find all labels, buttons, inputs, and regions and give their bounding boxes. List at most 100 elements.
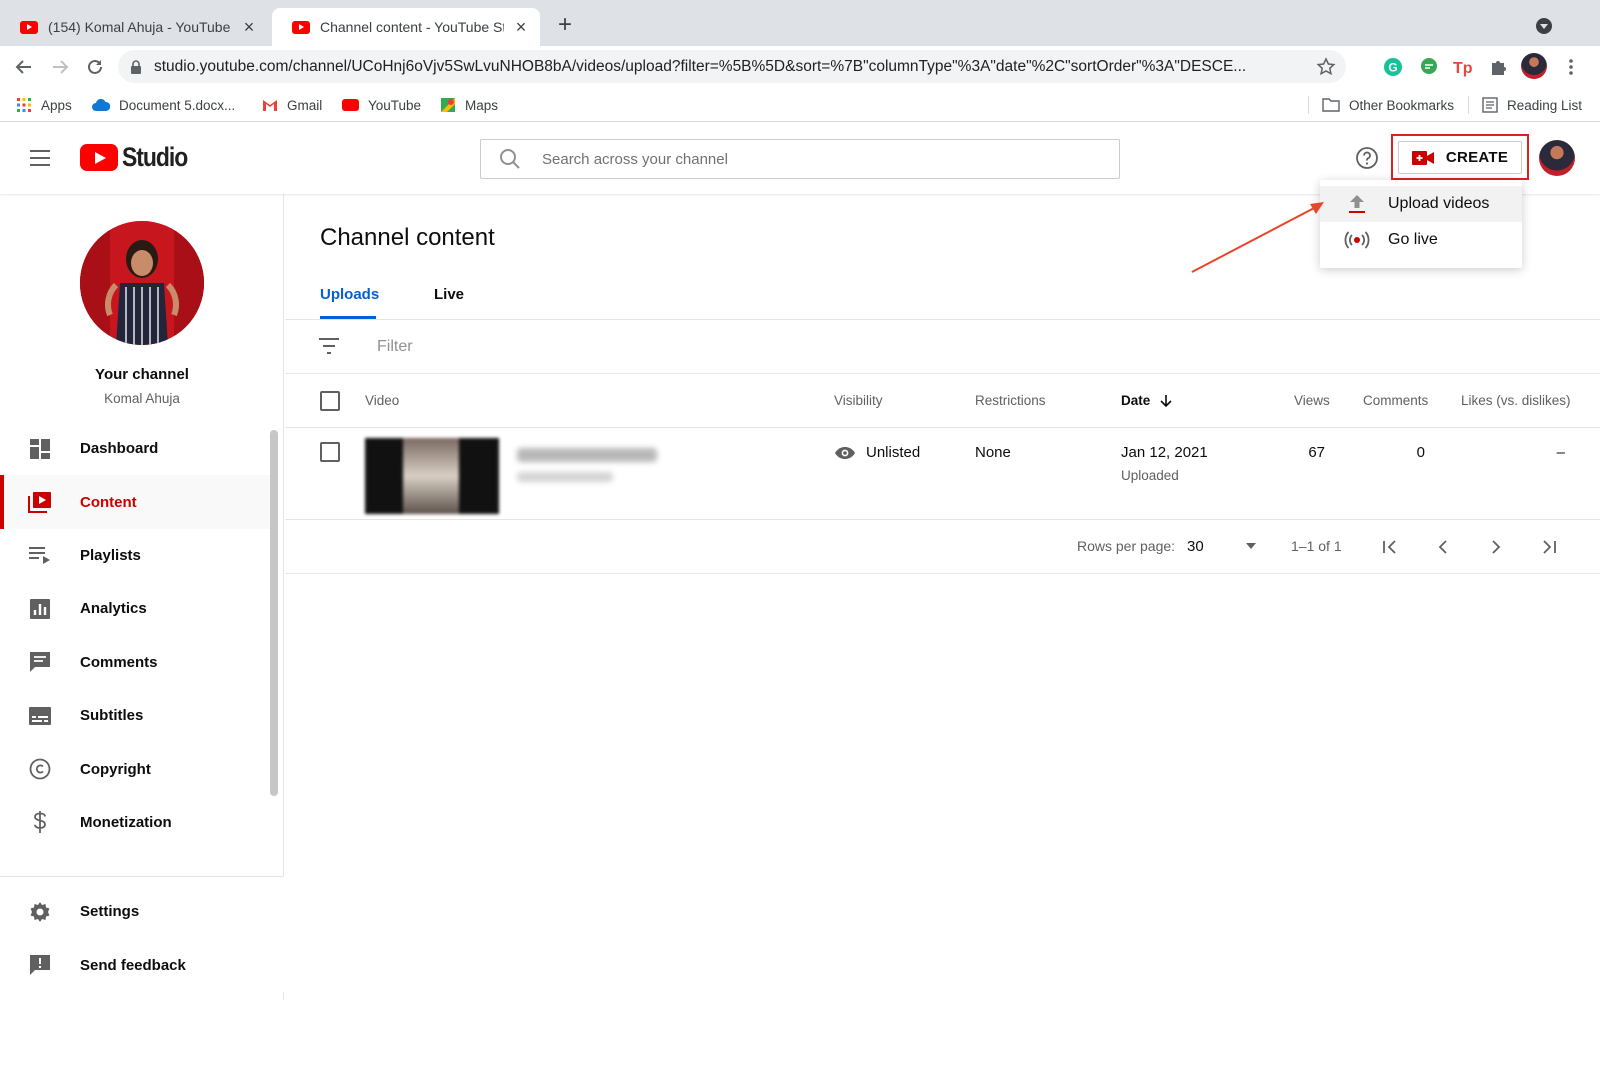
go-live-item[interactable]: Go live <box>1320 222 1522 258</box>
sidebar-item-label: Analytics <box>80 600 147 618</box>
search-input[interactable] <box>542 150 1082 168</box>
sort-arrow-down-icon <box>1160 394 1172 407</box>
column-visibility[interactable]: Visibility <box>834 393 883 408</box>
help-icon[interactable] <box>1355 146 1379 170</box>
subtitles-icon <box>28 704 52 728</box>
tab-active-indicator <box>320 316 376 319</box>
select-all-checkbox[interactable] <box>320 391 340 411</box>
sidebar-item-playlists[interactable]: Playlists <box>0 529 270 582</box>
playlists-icon <box>28 543 52 567</box>
account-avatar[interactable] <box>1539 140 1575 176</box>
sidebar-item-analytics[interactable]: Analytics <box>0 582 270 635</box>
extensions-puzzle-icon[interactable] <box>1487 56 1509 78</box>
bookmark-other[interactable]: Other Bookmarks <box>1322 94 1454 116</box>
date-value: Jan 12, 2021 <box>1121 444 1208 461</box>
sidebar-scrollbar[interactable] <box>270 430 278 796</box>
tab-live[interactable]: Live <box>434 286 464 303</box>
browser-menu-icon[interactable] <box>1560 56 1582 78</box>
gear-icon <box>28 900 52 924</box>
profile-avatar[interactable] <box>1521 53 1547 79</box>
next-page-icon[interactable] <box>1484 535 1508 559</box>
rows-per-page-value: 30 <box>1187 537 1204 555</box>
sidebar-item-feedback[interactable]: Send feedback <box>0 938 284 991</box>
channel-name: Komal Ahuja <box>104 391 180 406</box>
browser-toolbar: studio.youtube.com/channel/UCoHnj6oVjv5S… <box>0 46 1600 88</box>
sidebar-item-copyright[interactable]: Copyright <box>0 742 270 795</box>
tab-search-icon[interactable] <box>1536 18 1552 34</box>
video-title-blurred[interactable] <box>517 448 657 462</box>
grammarly-icon[interactable]: G <box>1382 56 1404 78</box>
sidebar-item-label: Dashboard <box>80 440 159 458</box>
content-icon <box>28 490 52 514</box>
rows-per-page-select[interactable]: 30 <box>1187 534 1257 558</box>
sidebar-item-settings[interactable]: Settings <box>0 885 284 938</box>
bookmark-label: Maps <box>465 97 499 113</box>
svg-text:Tp: Tp <box>1453 60 1473 77</box>
bookmark-gmail[interactable]: Gmail <box>262 94 322 116</box>
onedrive-cloud-icon <box>92 98 110 111</box>
restrictions-value: None <box>975 444 1011 461</box>
filter-icon[interactable] <box>318 337 340 355</box>
browser-tab-youtube[interactable]: (154) Komal Ahuja - YouTube × <box>0 8 268 46</box>
sidebar-item-comments[interactable]: Comments <box>0 636 270 689</box>
column-views[interactable]: Views <box>1294 393 1330 408</box>
channel-avatar[interactable] <box>80 221 204 345</box>
sidebar-item-label: Send feedback <box>80 956 186 974</box>
column-restrictions[interactable]: Restrictions <box>975 393 1046 408</box>
bookmark-maps[interactable]: Maps <box>440 94 498 116</box>
bookmark-separator <box>1468 96 1469 114</box>
chat-extension-icon[interactable] <box>1418 56 1440 78</box>
back-icon[interactable] <box>12 55 36 79</box>
lock-icon <box>131 59 141 74</box>
column-likes[interactable]: Likes (vs. dislikes) <box>1461 393 1571 408</box>
sidebar-item-dashboard[interactable]: Dashboard <box>0 422 270 475</box>
last-page-icon[interactable] <box>1537 535 1561 559</box>
browser-tab-studio[interactable]: Channel content - YouTube Studio × <box>272 8 540 46</box>
bookmark-label: YouTube <box>368 97 422 113</box>
chevron-down-icon <box>1246 543 1256 549</box>
sidebar-item-label: Content <box>80 493 137 511</box>
content-tabs: Uploads Live <box>285 274 1600 320</box>
svg-text:G: G <box>1388 61 1397 75</box>
video-camera-icon <box>1411 150 1434 165</box>
sidebar-item-label: Subtitles <box>80 707 144 725</box>
search-box[interactable] <box>480 139 1120 179</box>
bookmark-apps[interactable]: Apps <box>16 94 72 116</box>
column-comments[interactable]: Comments <box>1363 393 1428 408</box>
create-button[interactable]: CREATE <box>1398 141 1522 174</box>
visibility-value: Unlisted <box>866 444 921 461</box>
tp-extension-icon[interactable]: Tp <box>1452 56 1474 78</box>
bookmark-star-icon[interactable] <box>1316 56 1336 77</box>
row-checkbox[interactable] <box>320 442 340 462</box>
upload-videos-item[interactable]: Upload videos <box>1320 186 1522 222</box>
studio-logo[interactable]: Studio <box>80 142 199 173</box>
bookmark-youtube[interactable]: YouTube <box>342 94 421 116</box>
filter-bar[interactable]: Filter <box>285 320 1600 374</box>
search-icon <box>500 149 520 169</box>
visibility-cell[interactable]: Unlisted <box>834 444 920 461</box>
dashboard-icon <box>28 437 52 461</box>
menu-icon[interactable] <box>28 148 52 168</box>
close-icon[interactable]: × <box>240 17 258 37</box>
new-tab-icon[interactable]: + <box>553 13 577 38</box>
bookmark-document[interactable]: Document 5.docx... <box>92 94 235 116</box>
views-value: 67 <box>1308 444 1325 461</box>
previous-page-icon[interactable] <box>1431 535 1455 559</box>
close-icon[interactable]: × <box>512 17 530 37</box>
reload-icon[interactable] <box>83 55 107 79</box>
sidebar-item-content[interactable]: Content <box>0 475 270 530</box>
first-page-icon[interactable] <box>1378 535 1402 559</box>
forward-icon[interactable] <box>48 55 72 79</box>
reading-list[interactable]: Reading List <box>1482 94 1582 116</box>
address-bar[interactable]: studio.youtube.com/channel/UCoHnj6oVjv5S… <box>118 50 1346 83</box>
sidebar-item-subtitles[interactable]: Subtitles <box>0 689 270 742</box>
column-date-label: Date <box>1121 393 1151 408</box>
table-row[interactable]: Unlisted None Jan 12, 2021 Uploaded 67 0… <box>285 428 1600 520</box>
column-date[interactable]: Date <box>1121 393 1173 408</box>
filter-input[interactable]: Filter <box>377 338 413 356</box>
sidebar-item-monetization[interactable]: Monetization <box>0 796 270 849</box>
video-thumbnail[interactable] <box>365 438 499 514</box>
rows-per-page-label: Rows per page: <box>1077 538 1176 554</box>
sidebar-item-label: Playlists <box>80 546 141 564</box>
tab-uploads[interactable]: Uploads <box>320 286 379 303</box>
